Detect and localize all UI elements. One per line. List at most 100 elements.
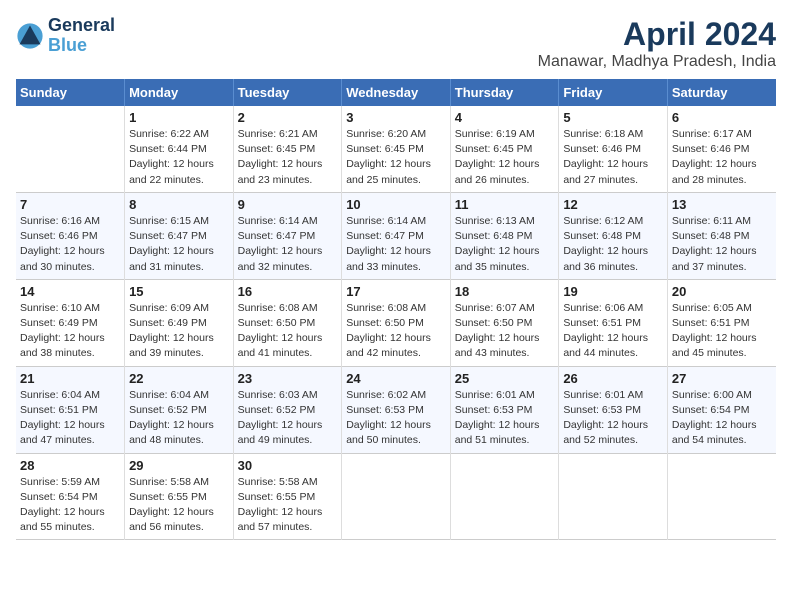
- calendar-cell: [667, 453, 776, 540]
- calendar-cell: 26 Sunrise: 6:01 AMSunset: 6:53 PMDayligh…: [559, 366, 668, 453]
- day-info: Sunrise: 6:22 AMSunset: 6:44 PMDaylight:…: [129, 127, 229, 188]
- day-info: Sunrise: 6:14 AMSunset: 6:47 PMDaylight:…: [346, 214, 446, 275]
- header-day-sunday: Sunday: [16, 79, 125, 106]
- header-day-friday: Friday: [559, 79, 668, 106]
- calendar-cell: 1 Sunrise: 6:22 AMSunset: 6:44 PMDaylight…: [125, 106, 234, 192]
- day-number: 27: [672, 371, 772, 386]
- day-info: Sunrise: 6:21 AMSunset: 6:45 PMDaylight:…: [238, 127, 338, 188]
- day-number: 5: [563, 110, 663, 125]
- day-number: 17: [346, 284, 446, 299]
- calendar-cell: 25 Sunrise: 6:01 AMSunset: 6:53 PMDayligh…: [450, 366, 559, 453]
- day-info: Sunrise: 6:11 AMSunset: 6:48 PMDaylight:…: [672, 214, 772, 275]
- day-number: 29: [129, 458, 229, 473]
- day-number: 26: [563, 371, 663, 386]
- day-info: Sunrise: 6:13 AMSunset: 6:48 PMDaylight:…: [455, 214, 555, 275]
- day-info: Sunrise: 6:01 AMSunset: 6:53 PMDaylight:…: [455, 388, 555, 449]
- day-info: Sunrise: 6:04 AMSunset: 6:51 PMDaylight:…: [20, 388, 120, 449]
- calendar-cell: 23 Sunrise: 6:03 AMSunset: 6:52 PMDayligh…: [233, 366, 342, 453]
- day-number: 9: [238, 197, 338, 212]
- calendar-cell: 29Sunrise: 5:58 AMSunset: 6:55 PMDayligh…: [125, 453, 234, 540]
- day-info: Sunrise: 6:06 AMSunset: 6:51 PMDaylight:…: [563, 301, 663, 362]
- day-number: 16: [238, 284, 338, 299]
- week-row-1: 1 Sunrise: 6:22 AMSunset: 6:44 PMDaylight…: [16, 106, 776, 192]
- week-row-4: 21 Sunrise: 6:04 AMSunset: 6:51 PMDayligh…: [16, 366, 776, 453]
- day-info: Sunrise: 6:10 AMSunset: 6:49 PMDaylight:…: [20, 301, 120, 362]
- day-info: Sunrise: 6:03 AMSunset: 6:52 PMDaylight:…: [238, 388, 338, 449]
- day-number: 22: [129, 371, 229, 386]
- day-number: 23: [238, 371, 338, 386]
- logo: General Blue: [16, 16, 115, 56]
- calendar-cell: 8 Sunrise: 6:15 AMSunset: 6:47 PMDaylight…: [125, 192, 234, 279]
- calendar-cell: 21 Sunrise: 6:04 AMSunset: 6:51 PMDayligh…: [16, 366, 125, 453]
- title-block: April 2024 Manawar, Madhya Pradesh, Indi…: [538, 16, 776, 71]
- calendar-cell: 14 Sunrise: 6:10 AMSunset: 6:49 PMDayligh…: [16, 279, 125, 366]
- calendar-cell: 13 Sunrise: 6:11 AMSunset: 6:48 PMDayligh…: [667, 192, 776, 279]
- day-number: 20: [672, 284, 772, 299]
- day-number: 10: [346, 197, 446, 212]
- day-info: Sunrise: 6:14 AMSunset: 6:47 PMDaylight:…: [238, 214, 338, 275]
- calendar-cell: 18Sunrise: 6:07 AMSunset: 6:50 PMDayligh…: [450, 279, 559, 366]
- day-info: Sunrise: 6:20 AMSunset: 6:45 PMDaylight:…: [346, 127, 446, 188]
- calendar-cell: 15Sunrise: 6:09 AMSunset: 6:49 PMDayligh…: [125, 279, 234, 366]
- calendar-header: SundayMondayTuesdayWednesdayThursdayFrid…: [16, 79, 776, 106]
- day-info: Sunrise: 6:16 AMSunset: 6:46 PMDaylight:…: [20, 214, 120, 275]
- logo-text: General Blue: [48, 16, 115, 56]
- calendar-cell: 5 Sunrise: 6:18 AMSunset: 6:46 PMDaylight…: [559, 106, 668, 192]
- header-day-tuesday: Tuesday: [233, 79, 342, 106]
- day-info: Sunrise: 6:09 AMSunset: 6:49 PMDaylight:…: [129, 301, 229, 362]
- calendar-table: SundayMondayTuesdayWednesdayThursdayFrid…: [16, 79, 776, 540]
- day-number: 21: [20, 371, 120, 386]
- header-day-saturday: Saturday: [667, 79, 776, 106]
- calendar-body: 1 Sunrise: 6:22 AMSunset: 6:44 PMDaylight…: [16, 106, 776, 540]
- day-number: 2: [238, 110, 338, 125]
- day-info: Sunrise: 6:08 AMSunset: 6:50 PMDaylight:…: [238, 301, 338, 362]
- week-row-3: 14 Sunrise: 6:10 AMSunset: 6:49 PMDayligh…: [16, 279, 776, 366]
- day-info: Sunrise: 6:15 AMSunset: 6:47 PMDaylight:…: [129, 214, 229, 275]
- header-day-wednesday: Wednesday: [342, 79, 451, 106]
- header-row: SundayMondayTuesdayWednesdayThursdayFrid…: [16, 79, 776, 106]
- day-number: 3: [346, 110, 446, 125]
- day-info: Sunrise: 6:12 AMSunset: 6:48 PMDaylight:…: [563, 214, 663, 275]
- calendar-cell: 10 Sunrise: 6:14 AMSunset: 6:47 PMDayligh…: [342, 192, 451, 279]
- calendar-cell: 27Sunrise: 6:00 AMSunset: 6:54 PMDayligh…: [667, 366, 776, 453]
- day-number: 4: [455, 110, 555, 125]
- logo-icon: [16, 22, 44, 50]
- week-row-5: 28Sunrise: 5:59 AMSunset: 6:54 PMDayligh…: [16, 453, 776, 540]
- day-number: 14: [20, 284, 120, 299]
- day-number: 12: [563, 197, 663, 212]
- calendar-cell: 20Sunrise: 6:05 AMSunset: 6:51 PMDayligh…: [667, 279, 776, 366]
- day-number: 1: [129, 110, 229, 125]
- day-info: Sunrise: 5:59 AMSunset: 6:54 PMDaylight:…: [20, 475, 120, 536]
- day-number: 30: [238, 458, 338, 473]
- calendar-cell: 12 Sunrise: 6:12 AMSunset: 6:48 PMDayligh…: [559, 192, 668, 279]
- calendar-cell: 28Sunrise: 5:59 AMSunset: 6:54 PMDayligh…: [16, 453, 125, 540]
- day-number: 19: [563, 284, 663, 299]
- week-row-2: 7 Sunrise: 6:16 AMSunset: 6:46 PMDaylight…: [16, 192, 776, 279]
- header-day-monday: Monday: [125, 79, 234, 106]
- day-number: 18: [455, 284, 555, 299]
- day-info: Sunrise: 6:17 AMSunset: 6:46 PMDaylight:…: [672, 127, 772, 188]
- day-number: 7: [20, 197, 120, 212]
- calendar-cell: [16, 106, 125, 192]
- calendar-cell: 16 Sunrise: 6:08 AMSunset: 6:50 PMDayligh…: [233, 279, 342, 366]
- day-number: 8: [129, 197, 229, 212]
- header-day-thursday: Thursday: [450, 79, 559, 106]
- day-number: 13: [672, 197, 772, 212]
- calendar-cell: 24Sunrise: 6:02 AMSunset: 6:53 PMDayligh…: [342, 366, 451, 453]
- day-info: Sunrise: 6:18 AMSunset: 6:46 PMDaylight:…: [563, 127, 663, 188]
- day-info: Sunrise: 6:01 AMSunset: 6:53 PMDaylight:…: [563, 388, 663, 449]
- calendar-cell: 7 Sunrise: 6:16 AMSunset: 6:46 PMDaylight…: [16, 192, 125, 279]
- calendar-cell: [342, 453, 451, 540]
- day-info: Sunrise: 6:04 AMSunset: 6:52 PMDaylight:…: [129, 388, 229, 449]
- calendar-cell: 19 Sunrise: 6:06 AMSunset: 6:51 PMDayligh…: [559, 279, 668, 366]
- day-info: Sunrise: 6:02 AMSunset: 6:53 PMDaylight:…: [346, 388, 446, 449]
- calendar-cell: 3 Sunrise: 6:20 AMSunset: 6:45 PMDaylight…: [342, 106, 451, 192]
- calendar-cell: 4 Sunrise: 6:19 AMSunset: 6:45 PMDaylight…: [450, 106, 559, 192]
- page-header: General Blue April 2024 Manawar, Madhya …: [16, 16, 776, 71]
- day-number: 25: [455, 371, 555, 386]
- calendar-cell: 9 Sunrise: 6:14 AMSunset: 6:47 PMDaylight…: [233, 192, 342, 279]
- calendar-cell: [450, 453, 559, 540]
- calendar-cell: [559, 453, 668, 540]
- day-number: 11: [455, 197, 555, 212]
- day-info: Sunrise: 6:19 AMSunset: 6:45 PMDaylight:…: [455, 127, 555, 188]
